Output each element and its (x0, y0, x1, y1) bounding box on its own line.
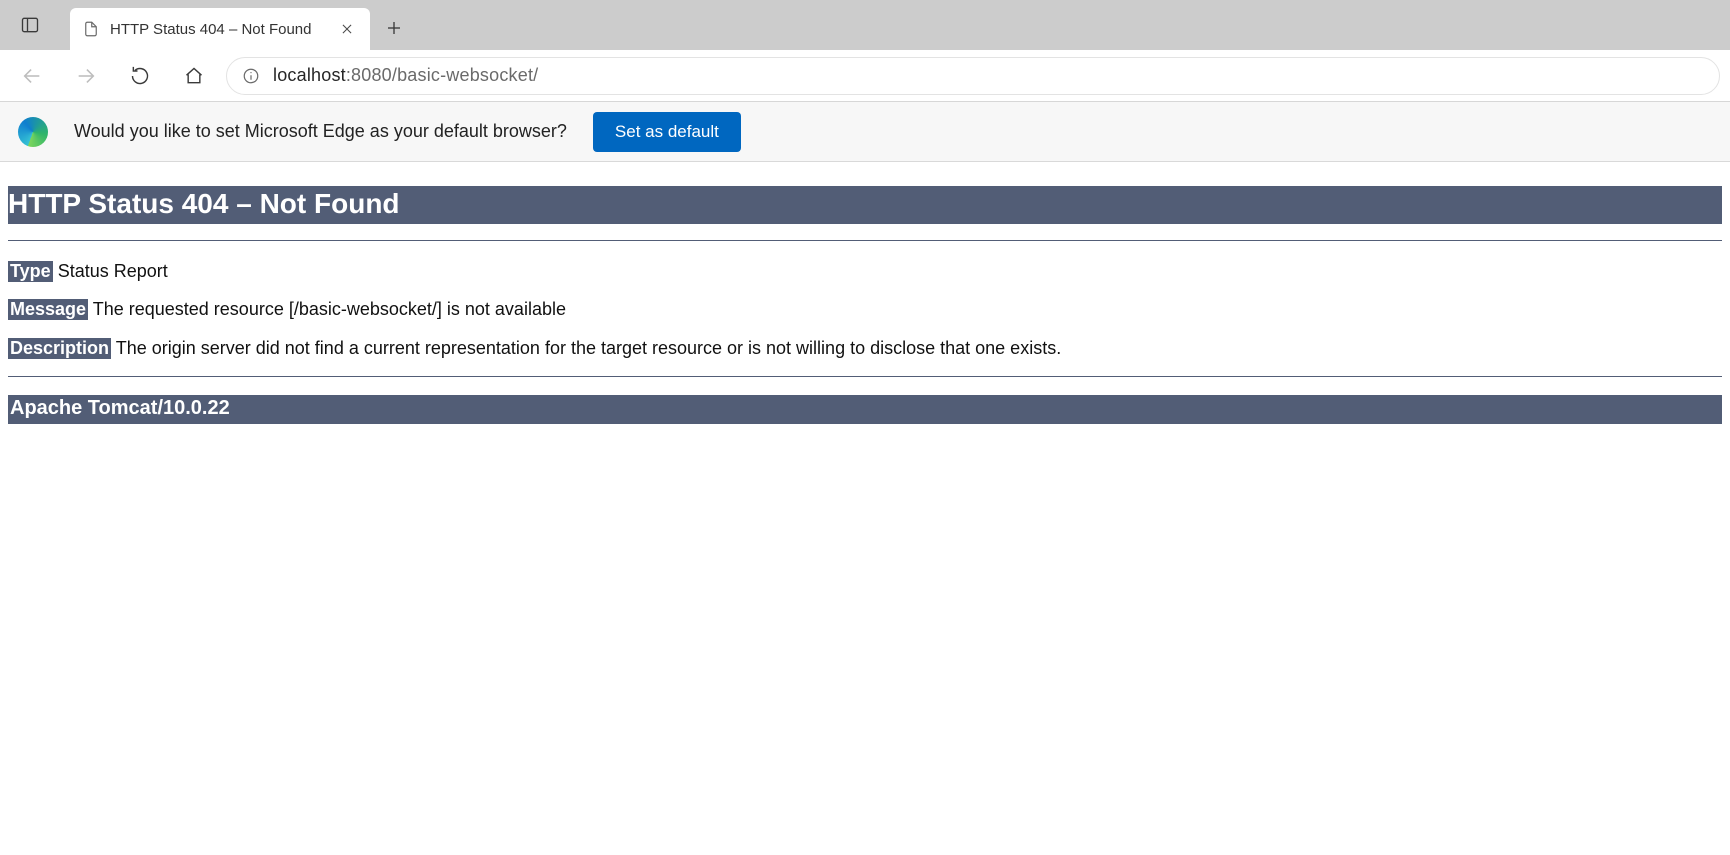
divider (8, 376, 1722, 377)
address-bar[interactable]: localhost:8080/basic-websocket/ (226, 57, 1720, 95)
error-type-line: Type Status Report (8, 259, 1722, 283)
url-text: localhost:8080/basic-websocket/ (273, 65, 538, 86)
close-tab-button[interactable] (336, 18, 358, 40)
error-message-line: Message The requested resource [/basic-w… (8, 297, 1722, 321)
server-signature: Apache Tomcat/10.0.22 (8, 395, 1722, 424)
default-browser-infobar: Would you like to set Microsoft Edge as … (0, 102, 1730, 162)
error-description-value: The origin server did not find a current… (111, 338, 1061, 358)
home-button[interactable] (172, 56, 216, 96)
set-default-button[interactable]: Set as default (593, 112, 741, 152)
page-favicon-icon (82, 20, 100, 38)
error-type-value: Status Report (53, 261, 168, 281)
error-message-value: The requested resource [/basic-websocket… (88, 299, 566, 319)
edge-logo-icon (18, 117, 48, 147)
error-heading: HTTP Status 404 – Not Found (8, 186, 1722, 224)
forward-button[interactable] (64, 56, 108, 96)
error-type-label: Type (8, 261, 53, 282)
url-path: :8080/basic-websocket/ (346, 65, 539, 85)
refresh-button[interactable] (118, 56, 162, 96)
divider (8, 240, 1722, 241)
error-description-label: Description (8, 338, 111, 359)
nav-toolbar: localhost:8080/basic-websocket/ (0, 50, 1730, 102)
back-button[interactable] (10, 56, 54, 96)
new-tab-button[interactable] (374, 8, 414, 48)
tab-actions-button[interactable] (8, 5, 52, 45)
tab-title: HTTP Status 404 – Not Found (110, 21, 326, 38)
error-description-line: Description The origin server did not fi… (8, 336, 1722, 360)
browser-tab[interactable]: HTTP Status 404 – Not Found (70, 8, 370, 50)
site-info-icon[interactable] (241, 66, 261, 86)
tab-bar: HTTP Status 404 – Not Found (0, 0, 1730, 50)
infobar-message: Would you like to set Microsoft Edge as … (74, 121, 567, 142)
error-message-label: Message (8, 299, 88, 320)
url-host: localhost (273, 65, 346, 85)
page-content: HTTP Status 404 – Not Found Type Status … (0, 162, 1730, 432)
